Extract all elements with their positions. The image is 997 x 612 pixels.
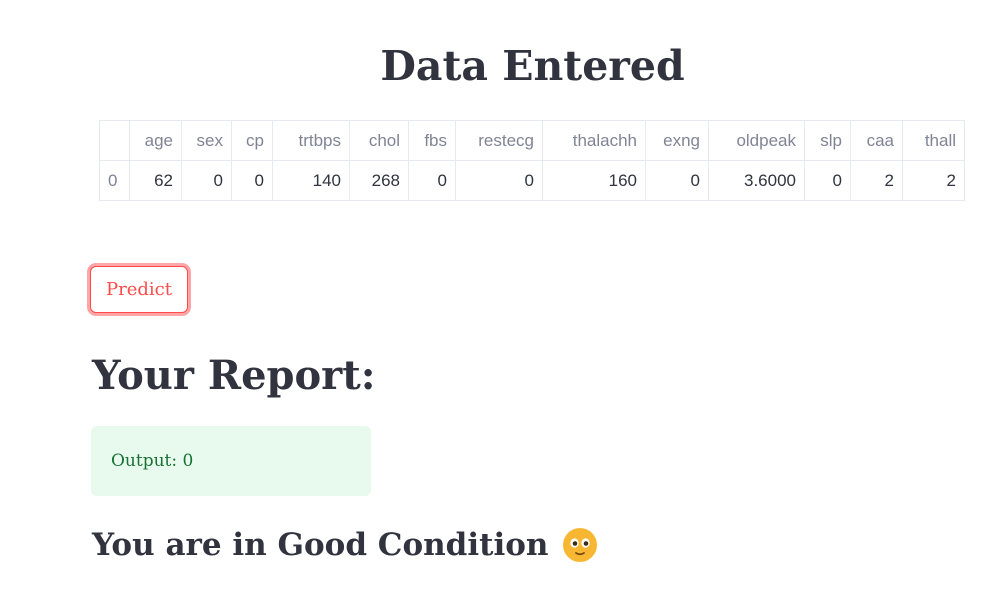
data-table: age sex cp trtbps chol fbs restecg thala…	[99, 120, 965, 201]
column-header-cp: cp	[231, 120, 273, 161]
column-header-chol: chol	[349, 120, 409, 161]
column-header-fbs: fbs	[408, 120, 456, 161]
column-header-sex: sex	[181, 120, 232, 161]
cell-thall: 2	[902, 160, 965, 201]
page: Data Entered age sex cp trtbps chol fbs …	[0, 0, 997, 612]
column-header-trtbps: trtbps	[272, 120, 350, 161]
table-row: 0 62 0 0 140 268 0 0 160 0 3.6000 0 2 2	[99, 160, 965, 201]
page-title: Data Entered	[380, 42, 685, 90]
cell-restecg: 0	[455, 160, 543, 201]
column-header-restecg: restecg	[455, 120, 543, 161]
cell-exng: 0	[645, 160, 709, 201]
column-header-thall: thall	[902, 120, 965, 161]
column-header-age: age	[129, 120, 182, 161]
cell-trtbps: 140	[272, 160, 350, 201]
column-header-slp: slp	[804, 120, 851, 161]
cell-oldpeak: 3.6000	[708, 160, 805, 201]
cell-age: 62	[129, 160, 182, 201]
output-text: Output: 0	[111, 451, 194, 471]
predict-button[interactable]: Predict	[90, 266, 188, 313]
condition-heading: You are in Good Condition	[92, 523, 598, 567]
condition-text: You are in Good Condition	[92, 527, 549, 563]
output-alert: Output: 0	[91, 426, 371, 496]
cell-thalachh: 160	[542, 160, 646, 201]
cell-caa: 2	[850, 160, 903, 201]
cell-fbs: 0	[408, 160, 456, 201]
cell-slp: 0	[804, 160, 851, 201]
cell-cp: 0	[231, 160, 273, 201]
report-heading: Your Report:	[92, 352, 376, 399]
row-index: 0	[99, 160, 130, 201]
column-header-oldpeak: oldpeak	[708, 120, 805, 161]
smiling-face-icon	[563, 528, 598, 562]
column-header-thalachh: thalachh	[542, 120, 646, 161]
index-header	[99, 120, 130, 161]
cell-chol: 268	[349, 160, 409, 201]
column-header-exng: exng	[645, 120, 709, 161]
column-header-caa: caa	[850, 120, 903, 161]
table-header-row: age sex cp trtbps chol fbs restecg thala…	[99, 120, 965, 161]
cell-sex: 0	[181, 160, 232, 201]
